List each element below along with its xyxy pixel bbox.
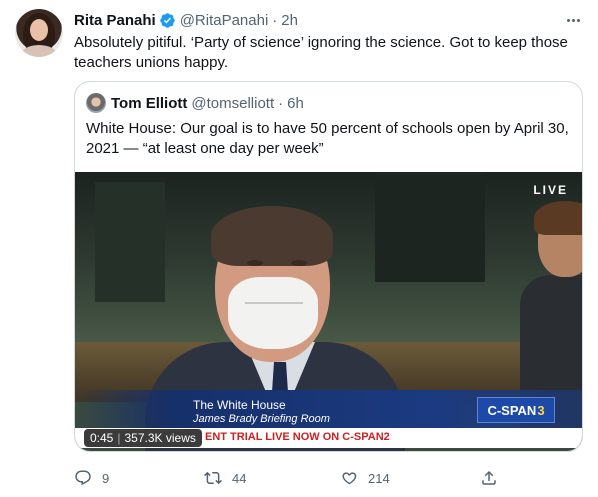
face-mask [228, 277, 318, 349]
separator-dot: · [278, 94, 284, 112]
share-icon [482, 470, 496, 485]
live-label: LIVE [533, 183, 568, 197]
retweet-icon [204, 471, 222, 485]
more-dot [576, 18, 580, 22]
network-logo: C-SPAN 3 [477, 397, 555, 423]
quoted-tweet-timestamp: 6h [287, 94, 304, 112]
tweet-timestamp[interactable]: 2h [281, 12, 298, 29]
video-player[interactable]: LIVE The White House James Brady Briefin… [75, 172, 582, 451]
like-icon [342, 472, 357, 485]
reply-button[interactable]: 9 [74, 466, 109, 490]
background-person-hair [534, 201, 582, 235]
quoted-tweet[interactable]: Tom Elliott @tomselliott · 6h White Hous… [74, 81, 583, 452]
more-dot [566, 18, 570, 22]
retweet-count: 44 [232, 470, 247, 486]
like-button[interactable]: 214 [340, 466, 390, 490]
tweet-text: Absolutely pitiful. ‘Party of science’ i… [74, 34, 568, 71]
badge-separator: | [117, 431, 121, 445]
retweet-button[interactable]: 44 [204, 466, 246, 490]
author-handle[interactable]: @RitaPanahi [180, 12, 269, 29]
like-count: 214 [368, 470, 390, 486]
quoted-author-handle: @tomselliott [191, 94, 275, 112]
author-avatar[interactable] [15, 9, 63, 57]
man-eye [247, 260, 263, 266]
lower-third-title: The White House [193, 398, 286, 412]
tweet[interactable]: Rita Panahi @RitaPanahi · 2h Absolutely … [0, 0, 598, 497]
quoted-author-display-name: Tom Elliott [111, 94, 188, 112]
network-logo-number: 3 [537, 402, 545, 418]
author-display-name[interactable]: Rita Panahi [74, 12, 156, 29]
man-eye [291, 260, 307, 266]
share-button[interactable] [480, 466, 508, 490]
background-panel [95, 182, 165, 302]
tweet-header: Rita Panahi @RitaPanahi · 2h [74, 10, 298, 30]
more-options-icon[interactable] [563, 10, 583, 30]
video-duration: 0:45 [90, 431, 114, 445]
quoted-author-avatar [86, 93, 106, 113]
news-ticker-text: ENT TRIAL LIVE NOW ON C-SPAN2 [205, 431, 390, 443]
reply-icon [75, 470, 91, 486]
video-duration-views-badge: 0:45 | 357.3K views [84, 429, 202, 447]
face-mask-fold [245, 302, 303, 304]
video-view-count: 357.3K views [124, 431, 196, 445]
separator-dot: · [272, 11, 278, 29]
avatar-face [30, 19, 48, 41]
lower-third-subtitle: James Brady Briefing Room [193, 413, 330, 425]
man-hair [211, 206, 333, 266]
verified-badge-icon [159, 12, 176, 29]
tweet-actions: 9 44 214 [74, 466, 514, 490]
background-panel [375, 172, 485, 282]
reply-count: 9 [102, 470, 110, 486]
quoted-tweet-header: Tom Elliott @tomselliott · 6h [86, 93, 304, 113]
quoted-tweet-text: White House: Our goal is to have 50 perc… [86, 120, 569, 157]
network-logo-text: C-SPAN [487, 402, 537, 418]
more-dot [571, 18, 575, 22]
